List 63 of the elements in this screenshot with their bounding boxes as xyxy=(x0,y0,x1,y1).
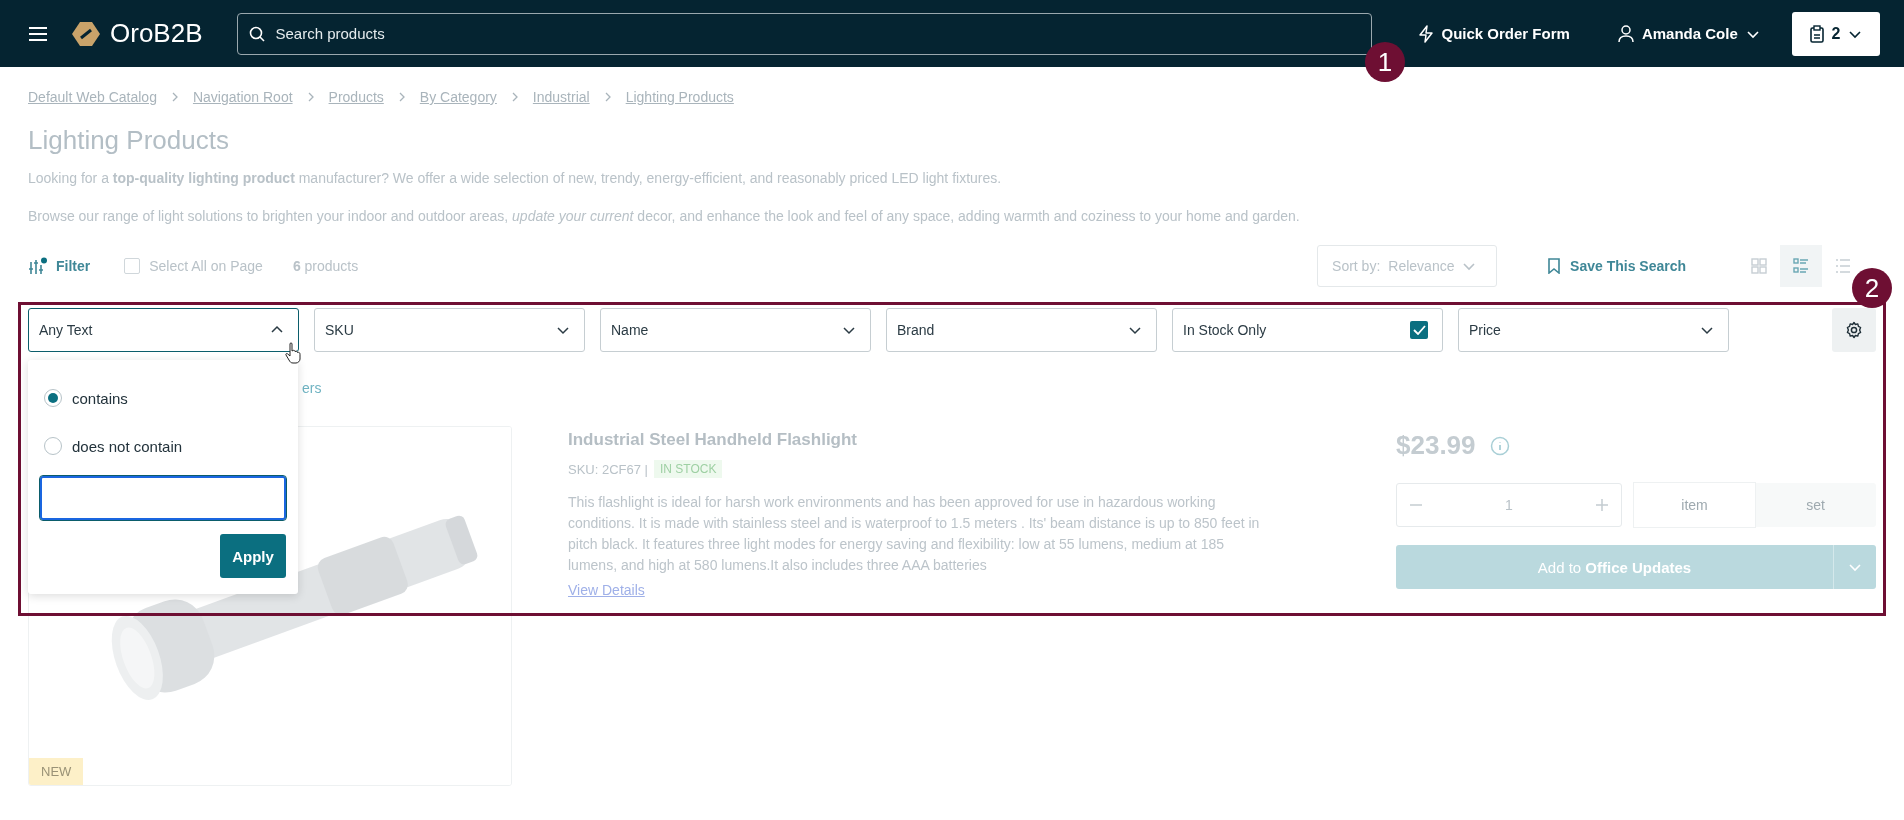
product-price: $23.99 xyxy=(1396,430,1476,461)
select-all-label: Select All on Page xyxy=(149,258,263,274)
checkbox[interactable] xyxy=(1410,321,1428,339)
step-marker: 1 xyxy=(1365,42,1405,82)
chevron-right-icon xyxy=(306,92,315,102)
category-description: Browse our range of light solutions to brighten your indoor and outdoor areas, update your current decor, and enhance the look and feel of any space, adding warmth and coziness to your home and garden. xyxy=(28,208,1301,224)
lightning-icon xyxy=(1417,24,1434,43)
filter-button[interactable]: Filter xyxy=(28,257,91,275)
select-all-checkbox[interactable] xyxy=(124,258,141,274)
filter-dropdown[interactable]: Brand xyxy=(886,308,1157,352)
apply-button[interactable]: Apply xyxy=(220,534,286,578)
add-options-button[interactable] xyxy=(1833,545,1876,589)
logo-icon xyxy=(70,19,102,48)
breadcrumb-link[interactable]: Industrial xyxy=(532,89,590,105)
step-marker: 2 xyxy=(1852,268,1892,308)
filter-checkbox-field[interactable]: In Stock Only xyxy=(1172,308,1443,352)
user-menu[interactable]: Amanda Cole xyxy=(1611,23,1766,44)
info-icon[interactable] xyxy=(1489,435,1510,456)
product-count: 6 products xyxy=(292,258,359,274)
breadcrumb-link[interactable]: Lighting Products xyxy=(625,89,734,105)
chevron-right-icon xyxy=(170,92,179,102)
product-description: This flashlight is ideal for harsh work environments and has been approved for use in hazardous working conditions. It is made with stainless steel and is waterproof to 1.5 meters . Its' beam distance is up to 850 feet in pitch black. It features three light modes for energy saving and flexibility: low at 55 lumens, medium at 185 lumens, and high at 580 lumens.It also includes three AAA batteries xyxy=(568,493,1261,575)
bookmark-icon xyxy=(1548,258,1561,274)
unit-toggle[interactable]: item xyxy=(1634,483,1755,527)
chevron-right-icon xyxy=(510,92,519,102)
brand-name[interactable]: OroB2B xyxy=(110,18,203,49)
settings-button[interactable] xyxy=(1832,308,1876,352)
chevron-right-icon xyxy=(397,92,406,102)
chevron-right-icon xyxy=(603,92,612,102)
filter-dropdown[interactable]: Any Text xyxy=(28,308,299,352)
clear-filters-link[interactable]: ers xyxy=(302,380,322,398)
breadcrumb-link[interactable]: By Category xyxy=(419,89,497,105)
view-details-link[interactable]: View Details xyxy=(568,582,645,598)
search-icon xyxy=(248,25,265,42)
user-icon xyxy=(1617,24,1634,43)
page-title: Lighting Products xyxy=(28,125,230,156)
compact-view-icon xyxy=(1834,257,1852,275)
clipboard-icon xyxy=(1809,24,1824,43)
save-search-button[interactable]: Save This Search xyxy=(1542,257,1692,275)
filter-dropdown[interactable]: Name xyxy=(600,308,871,352)
list-view-icon xyxy=(1792,257,1810,275)
breadcrumb-link[interactable]: Navigation Root xyxy=(192,89,293,105)
menu-icon[interactable] xyxy=(28,25,48,42)
sku-label: SKU: 2CF67 | xyxy=(568,461,648,477)
filter-dropdown[interactable]: Price xyxy=(1458,308,1729,352)
search-field[interactable]: Search products xyxy=(236,12,1372,55)
check-icon xyxy=(1412,325,1426,335)
filter-text-input[interactable] xyxy=(40,476,286,520)
cart-button[interactable]: 2 xyxy=(1792,11,1880,56)
breadcrumb-link[interactable]: Products xyxy=(328,89,384,105)
filter-sliders-icon xyxy=(28,257,48,275)
quick-order-link[interactable]: Quick Order Form xyxy=(1411,23,1576,44)
plus-icon[interactable] xyxy=(1595,498,1609,512)
stock-status: IN STOCK xyxy=(653,460,723,478)
category-description: Looking for a top-quality lighting product manufacturer? We offer a wide selection of new, trendy, energy-efficient, and reasonably priced LED light fixtures. xyxy=(28,170,1003,186)
radio-option[interactable]: does not contain xyxy=(40,422,286,470)
breadcrumb-link[interactable]: Default Web Catalog xyxy=(28,89,157,105)
grid-view-icon xyxy=(1750,257,1768,275)
radio-option[interactable]: contains xyxy=(40,374,286,422)
settings-icon xyxy=(1845,321,1863,339)
filter-dropdown[interactable]: SKU xyxy=(314,308,585,352)
new-badge: NEW xyxy=(29,758,84,785)
unit-toggle[interactable]: set xyxy=(1755,483,1876,527)
